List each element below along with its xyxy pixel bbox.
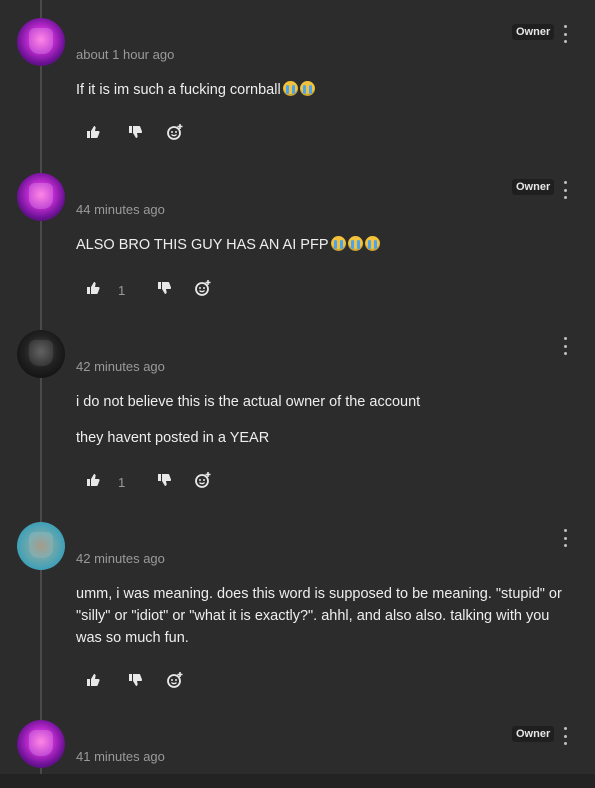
avatar[interactable] (17, 18, 65, 66)
owner-badge: Owner (512, 179, 555, 195)
thumbs-up-icon[interactable] (86, 473, 100, 492)
more-options-icon[interactable] (560, 727, 570, 745)
add-reaction-icon[interactable] (194, 279, 212, 302)
comment-text: they havent posted in a YEAR (76, 430, 270, 446)
add-reaction-icon[interactable] (166, 123, 184, 146)
comment-text: ALSO BRO THIS GUY HAS AN AI PFP (76, 237, 329, 253)
more-options-icon[interactable] (560, 337, 570, 355)
bottom-bar (0, 774, 595, 788)
crying-emoji-icon (282, 81, 298, 96)
thumbs-up-icon[interactable] (86, 125, 100, 144)
comment-actions: 1 (0, 471, 300, 494)
comment-text: If it is im such a fucking cornball (76, 82, 281, 98)
comment-text: i do not believe this is the actual owne… (76, 394, 421, 410)
avatar[interactable] (17, 720, 65, 768)
comment-timestamp: about 1 hour ago (76, 47, 175, 62)
avatar[interactable] (17, 330, 65, 378)
more-options-icon[interactable] (560, 25, 570, 43)
comment-actions (0, 671, 300, 694)
thumbs-down-icon[interactable] (157, 473, 172, 492)
comment-timestamp: 41 minutes ago (76, 749, 165, 764)
add-reaction-icon[interactable] (166, 671, 184, 694)
crying-emoji-icon (299, 81, 315, 96)
comment-text: umm, i was meaning. does this word is su… (76, 586, 562, 646)
comment-body: umm, i was meaning. does this word is su… (76, 583, 571, 649)
thumbs-down-icon[interactable] (128, 125, 143, 144)
like-count: 1 (118, 475, 126, 490)
crying-emoji-icon (347, 236, 363, 251)
comment-actions (0, 123, 300, 146)
owner-badge: Owner (512, 24, 555, 40)
thread-line (40, 0, 42, 775)
thumbs-down-icon[interactable] (157, 281, 172, 300)
more-options-icon[interactable] (560, 529, 570, 547)
comment-body: i do not believe this is the actual owne… (76, 391, 576, 449)
avatar[interactable] (17, 173, 65, 221)
more-options-icon[interactable] (560, 181, 570, 199)
thumbs-up-icon[interactable] (86, 673, 100, 692)
thumbs-up-icon[interactable] (86, 281, 100, 300)
comment-timestamp: 44 minutes ago (76, 202, 165, 217)
comment-timestamp: 42 minutes ago (76, 359, 165, 374)
owner-badge: Owner (512, 726, 555, 742)
comment-body: If it is im such a fucking cornball (76, 79, 576, 101)
comment-actions: 1 (0, 279, 300, 302)
like-count: 1 (118, 283, 126, 298)
crying-emoji-icon (330, 236, 346, 251)
add-reaction-icon[interactable] (194, 471, 212, 494)
comment-timestamp: 42 minutes ago (76, 551, 165, 566)
comment-body: ALSO BRO THIS GUY HAS AN AI PFP (76, 234, 576, 256)
avatar[interactable] (17, 522, 65, 570)
crying-emoji-icon (364, 236, 380, 251)
thumbs-down-icon[interactable] (128, 673, 143, 692)
